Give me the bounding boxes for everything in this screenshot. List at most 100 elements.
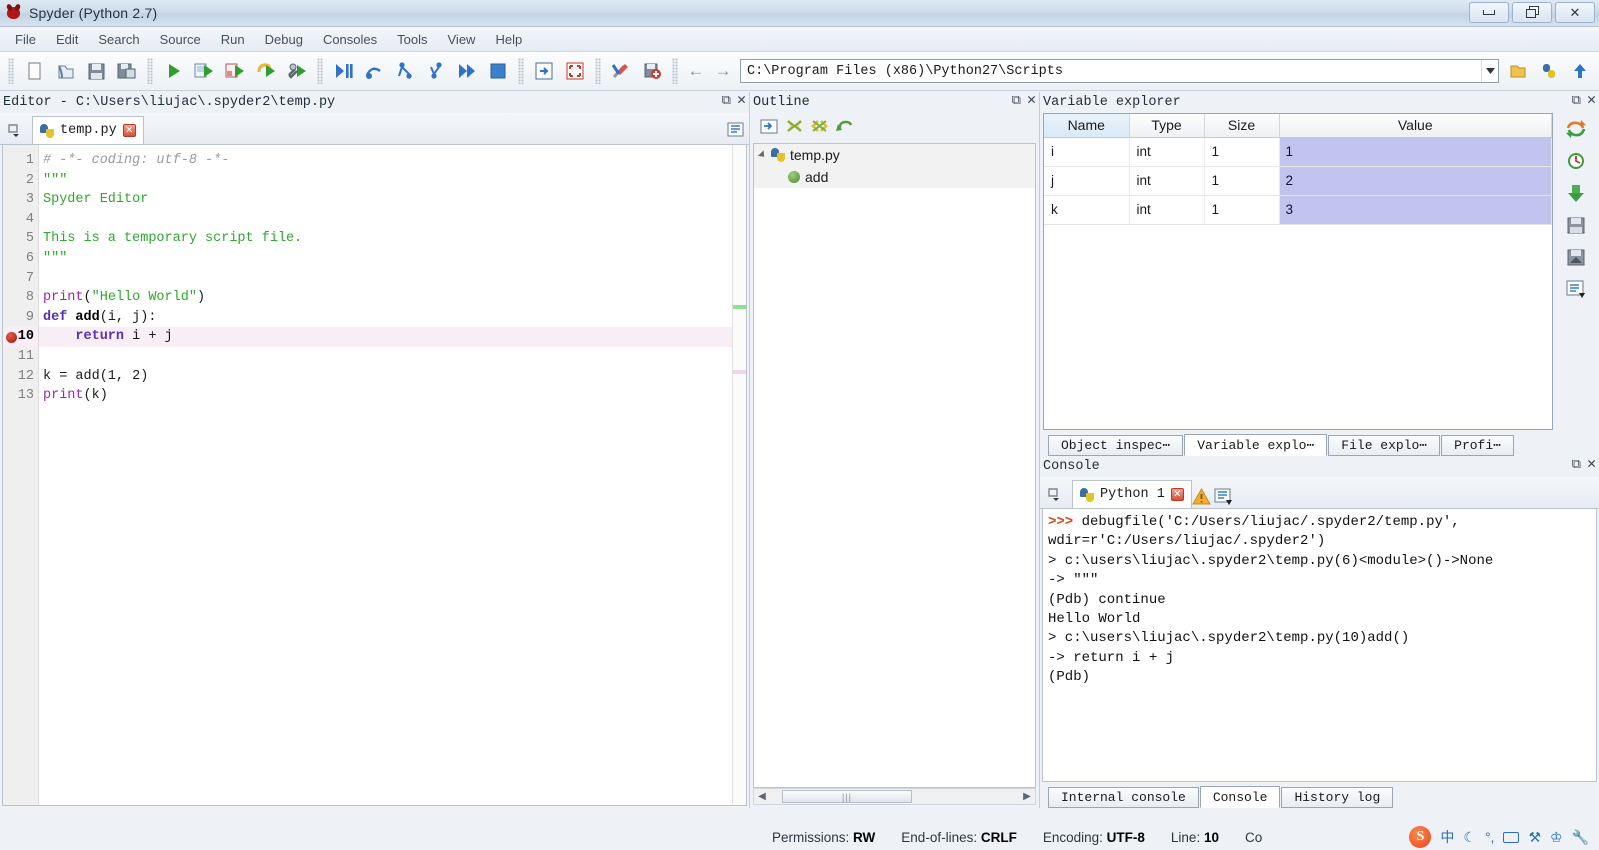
restore-icon[interactable]	[835, 118, 854, 138]
undock-icon[interactable]: ⧉	[1572, 94, 1581, 107]
code-line[interactable]: print("Hello World")	[39, 288, 732, 308]
browse-tabs-icon[interactable]	[2, 117, 28, 143]
cell-value[interactable]: 3	[1279, 195, 1552, 225]
toolbox-icon[interactable]: ⚒	[1528, 830, 1541, 844]
fullpath-icon[interactable]	[760, 118, 779, 138]
table-row[interactable]: k int 1 3	[1044, 195, 1552, 225]
step-over-icon[interactable]	[359, 56, 389, 86]
maximize-pane-icon[interactable]	[560, 56, 590, 86]
menu-source[interactable]: Source	[150, 29, 211, 50]
run-cell-advance-icon[interactable]	[220, 56, 250, 86]
code-line[interactable]: """	[39, 171, 732, 191]
menu-search[interactable]: Search	[88, 29, 149, 50]
tab-variable-explorer[interactable]: Variable explo⋯	[1184, 434, 1328, 456]
toolbar-grip-2[interactable]	[147, 58, 153, 84]
toolbar-grip-4[interactable]	[518, 58, 524, 84]
column-header-name[interactable]: Name	[1044, 114, 1130, 138]
working-directory-combo[interactable]	[740, 59, 1499, 83]
step-return-icon[interactable]	[421, 56, 451, 86]
console-options-icon[interactable]	[1214, 488, 1233, 508]
outline-row-function[interactable]: add	[754, 166, 1035, 188]
minimize-button[interactable]	[1469, 2, 1509, 23]
cell-value[interactable]: 2	[1279, 166, 1552, 196]
continue-icon[interactable]	[452, 56, 482, 86]
tab-file-explorer[interactable]: File explo⋯	[1328, 435, 1441, 456]
outline-row-file[interactable]: temp.py	[754, 144, 1035, 166]
preferences-icon[interactable]	[606, 56, 636, 86]
close-icon[interactable]: ✕	[1027, 93, 1036, 108]
ime-moon-icon[interactable]: ☾	[1463, 830, 1476, 844]
code-line[interactable]: This is a temporary script file.	[39, 229, 732, 249]
tab-console[interactable]: Console	[1199, 786, 1281, 808]
restore-button[interactable]	[1512, 2, 1552, 23]
table-row[interactable]: i int 1 1	[1044, 137, 1552, 167]
new-file-icon[interactable]	[19, 56, 49, 86]
undock-icon[interactable]: ⧉	[1572, 458, 1581, 471]
code-editor[interactable]: 1 2 3 4 5 6 7 8 9 10 11 12 13 # -*- codi…	[2, 145, 747, 806]
variable-table-wrap[interactable]: Name Type Size Value i int 1 1 j int 1 2…	[1043, 113, 1553, 430]
working-directory-input[interactable]	[741, 62, 1481, 80]
toolbar-grip-5[interactable]	[595, 58, 601, 84]
toolbar-grip-6[interactable]	[672, 58, 678, 84]
open-folder-icon[interactable]	[1503, 56, 1533, 86]
code-line[interactable]: """	[39, 249, 732, 269]
skin-icon[interactable]: ♔	[1550, 829, 1563, 846]
code-line[interactable]	[39, 210, 732, 230]
table-row[interactable]: j int 1 2	[1044, 166, 1552, 196]
save-data-icon[interactable]	[1565, 215, 1587, 238]
close-icon[interactable]: ✕	[1587, 457, 1596, 472]
collapse-all-icon[interactable]	[785, 118, 804, 138]
menu-view[interactable]: View	[438, 29, 486, 50]
ime-punctuation-icon[interactable]: °,	[1485, 830, 1495, 844]
undock-icon[interactable]: ⧉	[722, 94, 731, 107]
step-into-icon[interactable]	[390, 56, 420, 86]
line-number-gutter[interactable]: 1 2 3 4 5 6 7 8 9 10 11 12 13	[3, 145, 39, 805]
code-line[interactable]: k = add(1, 2)	[39, 367, 732, 387]
menu-debug[interactable]: Debug	[255, 29, 313, 50]
column-header-size[interactable]: Size	[1204, 114, 1280, 138]
code-line[interactable]	[39, 269, 732, 289]
code-line[interactable]: Spyder Editor	[39, 190, 732, 210]
autorefresh-icon[interactable]	[1565, 151, 1587, 174]
run-settings-icon[interactable]	[529, 56, 559, 86]
run-icon[interactable]	[158, 56, 188, 86]
chevron-down-icon[interactable]	[757, 150, 768, 160]
close-icon[interactable]: ✕	[1587, 93, 1596, 108]
browse-tabs-icon[interactable]	[1042, 481, 1068, 507]
editor-marker-strip[interactable]	[732, 145, 746, 805]
keyboard-icon[interactable]	[1503, 831, 1520, 843]
debug-icon[interactable]	[328, 56, 358, 86]
code-line[interactable]: return i + j	[39, 327, 732, 347]
configure-run-icon[interactable]	[282, 56, 312, 86]
code-line[interactable]: # -*- coding: utf-8 -*-	[39, 151, 732, 171]
back-arrow-icon[interactable]: ←	[683, 58, 709, 84]
tab-object-inspector[interactable]: Object inspec⋯	[1048, 435, 1184, 456]
code-text[interactable]: # -*- coding: utf-8 -*- """ Spyder Editor T…	[39, 145, 732, 805]
cell-value[interactable]: 1	[1279, 137, 1552, 167]
toolbar-grip[interactable]	[8, 58, 14, 84]
warning-icon[interactable]	[1191, 487, 1215, 508]
menu-tools[interactable]: Tools	[387, 29, 437, 50]
tab-internal-console[interactable]: Internal console	[1048, 787, 1199, 808]
run-selection-icon[interactable]	[251, 56, 281, 86]
ime-chinese-icon[interactable]: 中	[1440, 830, 1454, 844]
sogou-logo-icon[interactable]: S	[1409, 826, 1432, 848]
options-icon[interactable]	[1565, 279, 1587, 302]
console-tab-python-1[interactable]: Python 1 ✕	[1072, 480, 1192, 508]
stop-debug-icon[interactable]	[483, 56, 513, 86]
tab-close-icon[interactable]: ✕	[1170, 488, 1184, 501]
toolbar-grip-3[interactable]	[317, 58, 323, 84]
menu-edit[interactable]: Edit	[46, 29, 88, 50]
install-package-icon[interactable]	[637, 56, 667, 86]
right-arrow-icon[interactable]: ▶	[1019, 791, 1035, 802]
wrench-icon[interactable]: 🔧	[1572, 830, 1589, 844]
menu-run[interactable]: Run	[211, 29, 255, 50]
editor-tab-temp-py[interactable]: temp.py ✕	[32, 116, 144, 144]
close-button[interactable]: ✕	[1555, 2, 1595, 23]
expand-all-icon[interactable]	[810, 118, 829, 138]
run-cell-icon[interactable]	[189, 56, 219, 86]
parent-dir-icon[interactable]	[1565, 56, 1595, 86]
console-output[interactable]: >>> debugfile('C:/Users/liujac/.spyder2/…	[1042, 509, 1597, 782]
scrollbar-thumb[interactable]: |||	[782, 790, 912, 803]
save-as-icon[interactable]	[1565, 247, 1587, 270]
